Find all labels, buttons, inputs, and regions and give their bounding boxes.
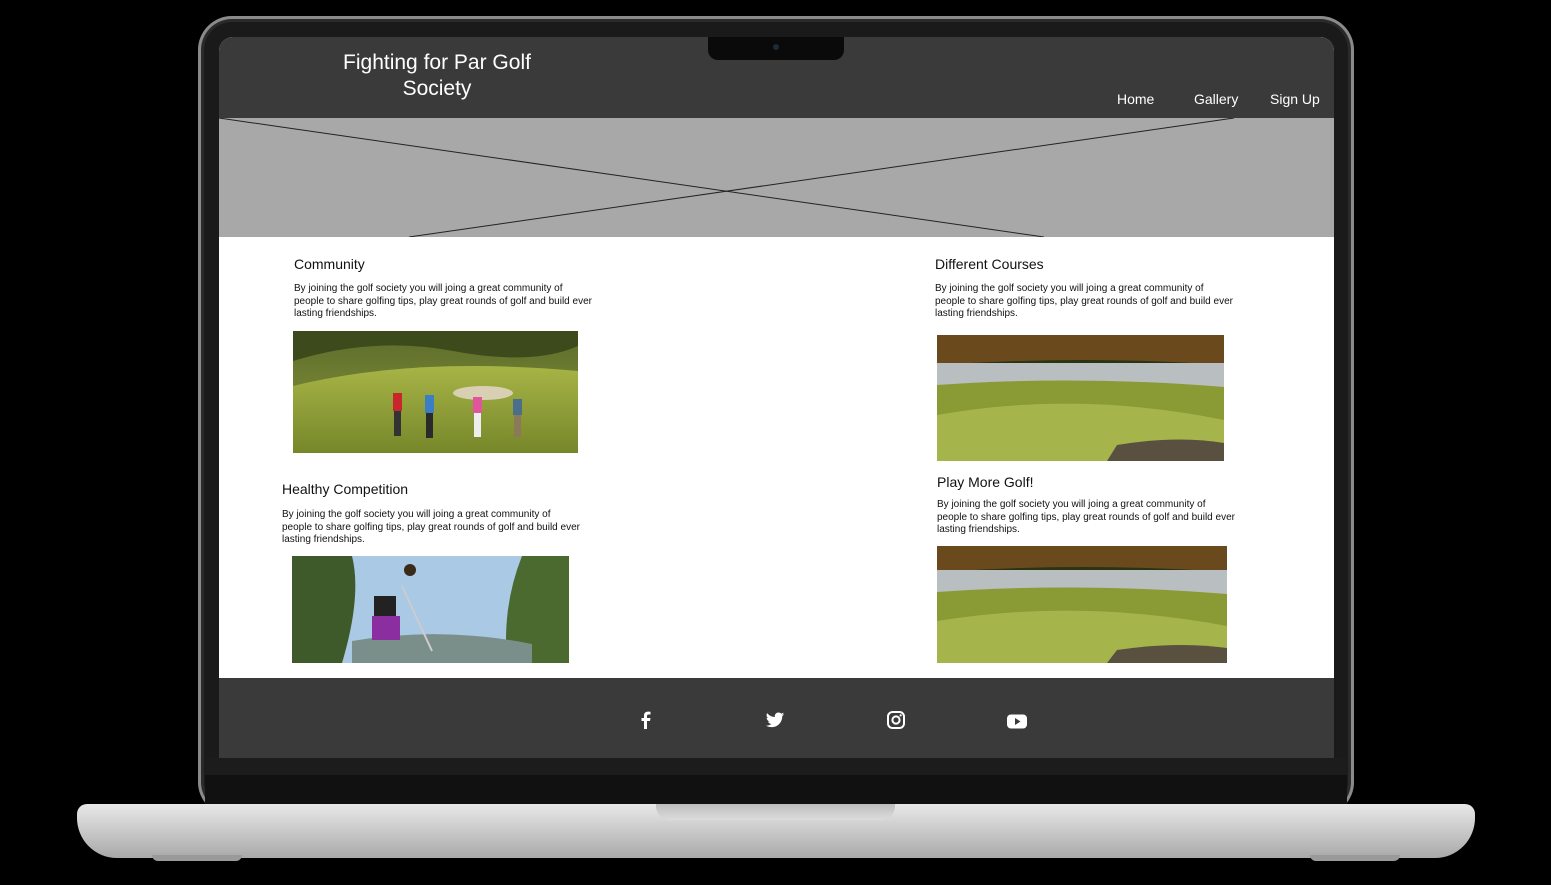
instagram-icon[interactable]	[886, 710, 906, 730]
site-title[interactable]: Fighting for Par Golf Society	[327, 50, 547, 102]
nav-sign-up[interactable]: Sign Up	[1270, 91, 1320, 107]
section-title-healthy-competition: Healthy Competition	[282, 481, 409, 497]
laptop-foot	[152, 855, 242, 861]
image-placeholder-icon	[219, 118, 1235, 237]
section-text-different-courses: By joining the golf society you will joi…	[935, 283, 1233, 319]
laptop-bezel	[205, 758, 1347, 804]
woman-golfer-swing-photo	[292, 556, 569, 663]
camera-notch	[708, 37, 844, 60]
section-title-community: Community	[294, 256, 365, 272]
golfers-walking-photo	[293, 331, 578, 453]
camera-icon	[773, 44, 779, 50]
laptop-opening-notch	[656, 804, 895, 820]
youtube-icon[interactable]	[1006, 712, 1027, 732]
section-title-different-courses: Different Courses	[935, 256, 1044, 272]
nav-gallery[interactable]: Gallery	[1194, 91, 1238, 107]
twitter-icon[interactable]	[765, 710, 785, 730]
laptop-foot	[1310, 855, 1400, 861]
golf-green-lake-photo	[937, 546, 1227, 663]
site-footer	[219, 678, 1334, 758]
laptop-screen: Fighting for Par Golf Society Home Galle…	[219, 37, 1334, 758]
section-text-play-more-golf: By joining the golf society you will joi…	[937, 499, 1235, 535]
hero-image-placeholder	[219, 118, 1334, 237]
section-title-play-more-golf: Play More Golf!	[937, 474, 1034, 490]
nav-home[interactable]: Home	[1117, 91, 1154, 107]
section-text-healthy-competition: By joining the golf society you will joi…	[282, 509, 580, 545]
facebook-icon[interactable]	[636, 710, 656, 730]
golf-course-lake-photo	[937, 335, 1224, 461]
section-text-community: By joining the golf society you will joi…	[294, 283, 592, 319]
